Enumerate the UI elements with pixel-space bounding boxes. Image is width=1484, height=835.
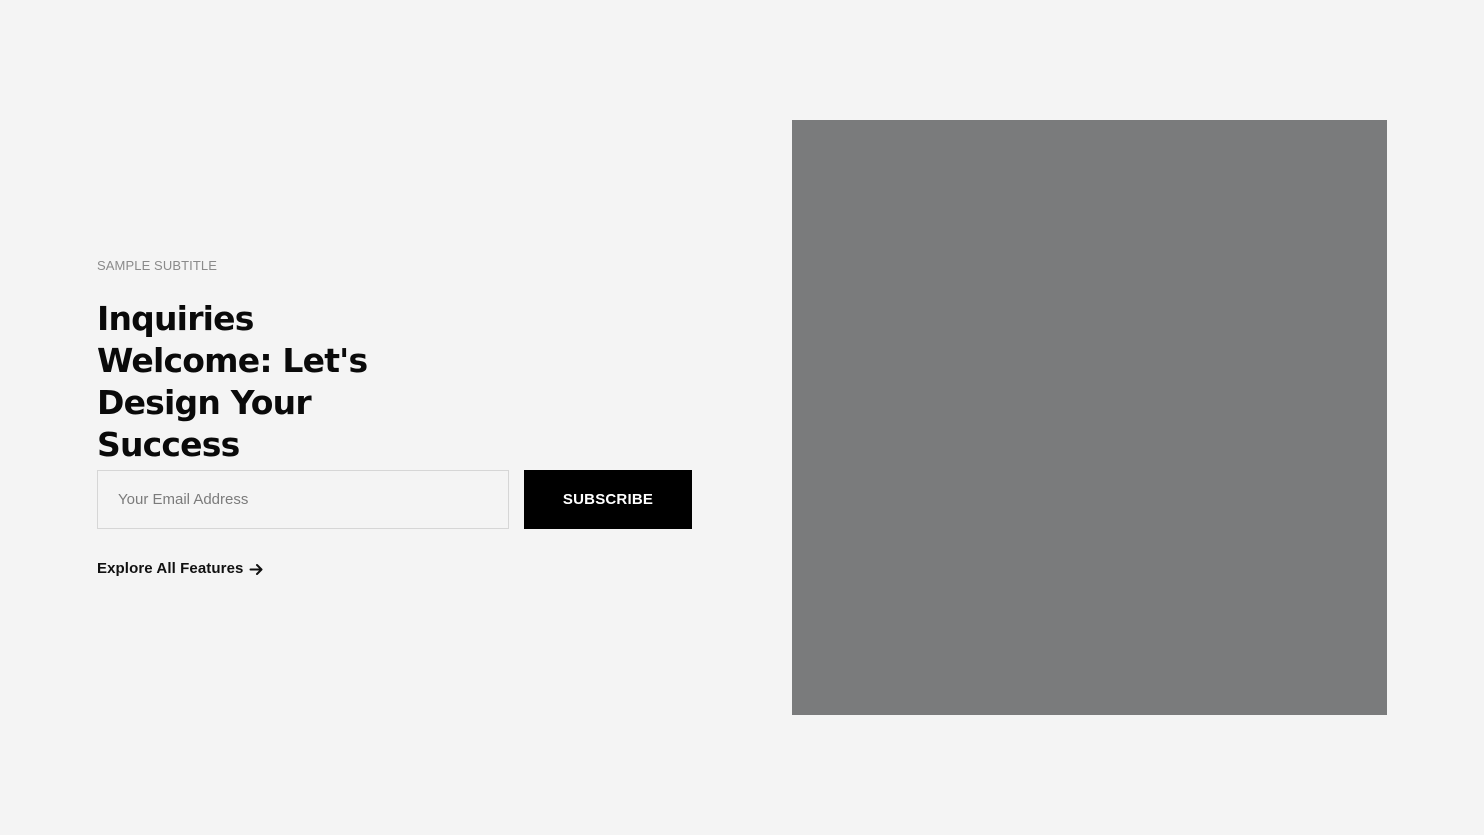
image-placeholder bbox=[792, 120, 1387, 715]
explore-features-label: Explore All Features bbox=[97, 560, 244, 577]
subscribe-button[interactable]: SUBSCRIBE bbox=[524, 470, 692, 529]
subscribe-form: SUBSCRIBE bbox=[97, 470, 693, 529]
page-title: Inquiries Welcome: Let's Design Your Suc… bbox=[97, 299, 368, 464]
section-subtitle: SAMPLE SUBTITLE bbox=[97, 258, 217, 273]
explore-features-link[interactable]: Explore All Features bbox=[97, 560, 264, 578]
hero-content: SAMPLE SUBTITLE Inquiries Welcome: Let's… bbox=[97, 258, 697, 577]
email-field[interactable] bbox=[97, 470, 509, 529]
arrow-right-icon bbox=[249, 562, 264, 577]
newsletter-section: SAMPLE SUBTITLE Inquiries Welcome: Let's… bbox=[0, 0, 1484, 835]
